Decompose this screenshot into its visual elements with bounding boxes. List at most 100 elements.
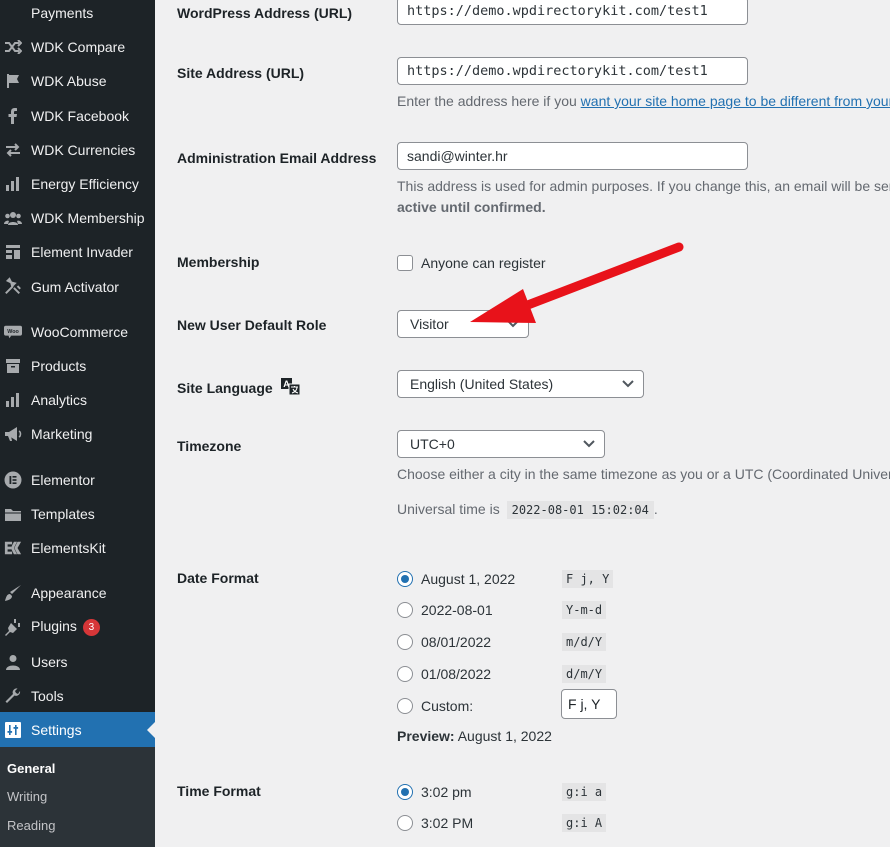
- elementor-icon: [4, 471, 22, 489]
- admin-email-label: Administration Email Address: [177, 150, 377, 166]
- folder-icon: [4, 505, 22, 523]
- custom-date-format-input[interactable]: F j, Y: [561, 689, 617, 719]
- tools-icon: [4, 277, 22, 296]
- facebook-icon: [4, 107, 22, 125]
- date-format-option-label: 2022-08-01: [421, 602, 493, 618]
- analytics-icon: [4, 391, 22, 409]
- site-address-desc-text: Enter the address here if you: [397, 93, 581, 109]
- sidebar-item-gum-activator[interactable]: Gum Activator: [0, 272, 155, 302]
- sidebar-item-wdk-facebook[interactable]: WDK Facebook: [0, 101, 155, 131]
- date-format-radio-3[interactable]: [397, 634, 413, 650]
- site-address-help-link[interactable]: want your site home page to be different…: [581, 93, 890, 109]
- chevron-down-icon: [583, 440, 595, 448]
- sidebar-item-appearance[interactable]: Appearance: [0, 578, 155, 608]
- site-address-input[interactable]: https://demo.wpdirectorykit.com/test1: [397, 57, 748, 85]
- sidebar-item-label: Settings: [31, 721, 82, 738]
- submenu-item-general[interactable]: General: [7, 761, 55, 776]
- sidebar-item-label: Appearance: [31, 585, 107, 601]
- wp-address-input[interactable]: https://demo.wpdirectorykit.com/test1: [397, 0, 748, 25]
- universal-time-value: 2022-08-01 15:02:04: [506, 501, 654, 519]
- bar-chart-icon: [4, 175, 22, 193]
- date-format-label: Date Format: [177, 570, 259, 586]
- admin-email-description-bold: active until confirmed.: [397, 199, 546, 215]
- submenu-item-writing[interactable]: Writing: [7, 789, 47, 804]
- timezone-select[interactable]: UTC+0: [397, 430, 605, 458]
- sidebar-item-label: Element Invader: [31, 244, 133, 260]
- date-format-radio-4[interactable]: [397, 666, 413, 682]
- sidebar-item-plugins[interactable]: Plugins 3: [0, 612, 155, 642]
- woocommerce-icon: Woo: [4, 323, 22, 341]
- sidebar-item-elementskit[interactable]: ElementsKit: [0, 533, 155, 563]
- sidebar-item-element-invader[interactable]: Element Invader: [0, 237, 155, 267]
- anyone-can-register-label: Anyone can register: [421, 255, 546, 271]
- timezone-description: Choose either a city in the same timezon…: [397, 466, 890, 482]
- paintbrush-icon: [4, 584, 22, 602]
- default-role-select[interactable]: Visitor: [397, 310, 529, 338]
- anyone-can-register-checkbox[interactable]: [397, 255, 413, 271]
- sidebar-item-users[interactable]: Users: [0, 647, 155, 677]
- sidebar-item-label: Payments: [31, 5, 94, 21]
- submenu-item-reading[interactable]: Reading: [7, 818, 55, 833]
- date-format-custom-label: Custom:: [421, 698, 474, 714]
- svg-text:Woo: Woo: [7, 329, 19, 335]
- plugin-icon: [4, 618, 22, 636]
- sidebar-item-wdk-membership[interactable]: WDK Membership: [0, 203, 155, 233]
- sidebar-item-label: Users: [31, 654, 68, 670]
- site-language-select[interactable]: English (United States): [397, 370, 644, 398]
- date-format-radio-1[interactable]: [397, 571, 413, 587]
- sidebar-item-label: ElementsKit: [31, 540, 106, 556]
- time-format-code: g:i a: [562, 783, 607, 801]
- site-language-value: English (United States): [410, 376, 554, 392]
- date-format-code: F j, Y: [562, 570, 614, 588]
- admin-sidebar: Payments WDK Compare WDK Abuse WDK Faceb…: [0, 0, 155, 847]
- default-role-value: Visitor: [410, 316, 449, 332]
- time-format-radio-2[interactable]: [397, 815, 413, 831]
- currency-exchange-icon: [4, 141, 22, 159]
- date-format-option-label: 08/01/2022: [421, 634, 492, 650]
- sidebar-item-label: WDK Currencies: [31, 142, 136, 158]
- sidebar-item-elementor[interactable]: Elementor: [0, 465, 155, 495]
- default-role-label: New User Default Role: [177, 317, 327, 333]
- universal-time-suffix: .: [653, 501, 658, 517]
- date-format-radio-2[interactable]: [397, 602, 413, 618]
- sidebar-item-wdk-currencies[interactable]: WDK Currencies: [0, 135, 155, 165]
- flag-icon: [4, 72, 22, 90]
- sidebar-item-label: WDK Facebook: [31, 108, 130, 124]
- date-format-radio-custom[interactable]: [397, 698, 413, 714]
- sidebar-item-settings[interactable]: Settings: [0, 712, 155, 747]
- sidebar-item-energy-efficiency[interactable]: Energy Efficiency: [0, 169, 155, 199]
- general-settings-form: WordPress Address (URL) https://demo.wpd…: [155, 0, 890, 847]
- user-icon: [4, 653, 22, 671]
- sidebar-item-label: Gum Activator: [31, 279, 119, 295]
- sidebar-item-products[interactable]: Products: [0, 351, 155, 381]
- sidebar-item-woocommerce[interactable]: Woo WooCommerce: [0, 317, 155, 347]
- settings-submenu: General Writing Reading: [0, 747, 155, 847]
- sidebar-item-wdk-compare[interactable]: WDK Compare: [0, 32, 155, 62]
- admin-email-description: This address is used for admin purposes.…: [397, 178, 890, 194]
- sidebar-item-tools[interactable]: Tools: [0, 681, 155, 711]
- admin-email-input[interactable]: sandi@winter.hr: [397, 142, 748, 170]
- timezone-value: UTC+0: [410, 436, 455, 452]
- sidebar-item-wdk-abuse[interactable]: WDK Abuse: [0, 66, 155, 96]
- shuffle-icon: [4, 38, 22, 56]
- time-format-option-label: 3:02 PM: [421, 815, 474, 831]
- sidebar-item-label: Marketing: [31, 426, 93, 442]
- sidebar-item-label: Templates: [31, 506, 95, 522]
- update-count-badge: 3: [82, 618, 100, 636]
- sidebar-item-analytics[interactable]: Analytics: [0, 385, 155, 415]
- sidebar-item-templates[interactable]: Templates: [0, 499, 155, 529]
- sidebar-item-marketing[interactable]: Marketing: [0, 419, 155, 449]
- sidebar-item-payments[interactable]: Payments: [0, 0, 155, 28]
- date-format-code: d/m/Y: [562, 665, 607, 683]
- time-format-radio-1[interactable]: [397, 784, 413, 800]
- date-format-preview: Preview: August 1, 2022: [397, 728, 552, 744]
- translation-icon: A: [280, 378, 301, 396]
- archive-icon: [4, 357, 22, 375]
- site-address-label: Site Address (URL): [177, 65, 305, 81]
- sidebar-item-label: WDK Membership: [31, 210, 145, 226]
- date-format-option-label: August 1, 2022: [421, 571, 516, 587]
- universal-time-line: Universal time is 2022-08-01 15:02:04.: [397, 501, 658, 519]
- timezone-label: Timezone: [177, 438, 242, 454]
- universal-time-prefix: Universal time is: [397, 501, 500, 517]
- time-format-code: g:i A: [562, 814, 607, 832]
